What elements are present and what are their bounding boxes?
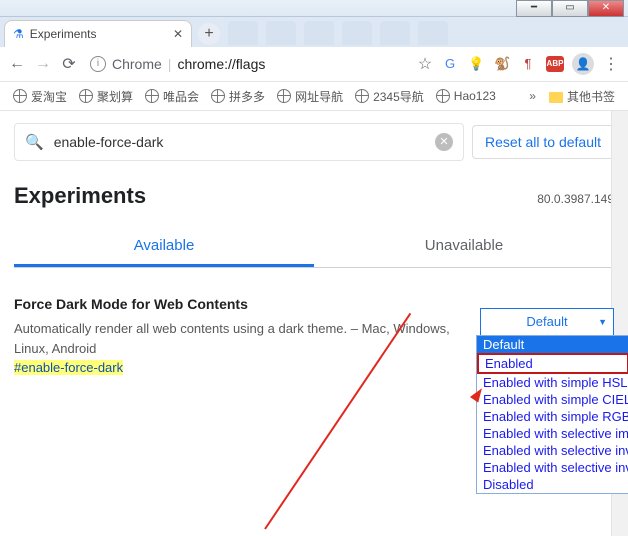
clear-search-icon[interactable]: ✕ — [435, 133, 453, 151]
globe-icon — [211, 89, 225, 103]
extension-monkey-icon[interactable]: 🐒 — [494, 56, 510, 72]
extension-pilcrow-icon[interactable]: ¶ — [520, 56, 536, 72]
other-bookmarks[interactable]: 其他书签 — [544, 88, 620, 105]
bookmarks-overflow[interactable]: » — [529, 89, 536, 103]
bookmark-item[interactable]: 拼多多 — [206, 88, 270, 105]
reset-all-button[interactable]: Reset all to default — [472, 125, 614, 159]
address-bar[interactable]: i Chrome | chrome://flags — [86, 56, 408, 72]
dropdown-option[interactable]: Enabled with selective inversion o — [477, 459, 628, 476]
window-minimize[interactable]: ━ — [516, 0, 552, 17]
bookmark-item[interactable]: 2345导航 — [350, 88, 429, 105]
browser-tab-active[interactable]: ⚗ Experiments ✕ — [4, 20, 192, 47]
version-text: 80.0.3987.149 — [537, 192, 614, 206]
globe-icon — [79, 89, 93, 103]
menu-icon[interactable]: ⋮ — [602, 54, 620, 74]
dropdown-option-highlighted[interactable]: Enabled — [477, 353, 628, 374]
dropdown-option[interactable]: Default — [477, 336, 628, 353]
flag-select[interactable]: Default — [480, 308, 614, 336]
tab-title: Experiments — [30, 27, 97, 41]
extension-bulb-icon[interactable]: 💡 — [468, 56, 484, 72]
bookmark-item[interactable]: 聚划算 — [74, 88, 138, 105]
background-tabs — [228, 21, 448, 45]
dropdown-option[interactable]: Enabled with simple HSL-based i — [477, 374, 628, 391]
close-tab-icon[interactable]: ✕ — [173, 27, 183, 41]
tab-unavailable[interactable]: Unavailable — [314, 227, 614, 267]
flags-search-box[interactable]: 🔍 ✕ — [14, 123, 464, 161]
bookmark-item[interactable]: 唯品会 — [140, 88, 204, 105]
reload-button[interactable]: ⟳ — [60, 54, 78, 74]
globe-icon — [355, 89, 369, 103]
dropdown-option[interactable]: Disabled — [477, 476, 628, 493]
flask-icon: ⚗ — [13, 27, 24, 41]
window-maximize[interactable]: ▭ — [552, 0, 588, 17]
url-text: chrome://flags — [177, 56, 265, 72]
flag-title: Force Dark Mode for Web Contents — [14, 294, 468, 315]
forward-button[interactable]: → — [34, 55, 52, 73]
tab-strip: ⚗ Experiments ✕ + — [0, 17, 628, 47]
globe-icon — [145, 89, 159, 103]
dropdown-option[interactable]: Enabled with simple CIELAB-bas — [477, 391, 628, 408]
bookmarks-bar: 爱淘宝 聚划算 唯品会 拼多多 网址导航 2345导航 Hao123 » 其他书… — [0, 82, 628, 111]
globe-icon — [436, 89, 450, 103]
url-scheme: Chrome — [112, 56, 162, 72]
window-close[interactable]: ✕ — [588, 0, 624, 17]
search-icon: 🔍 — [25, 133, 44, 151]
bookmark-item[interactable]: 网址导航 — [272, 88, 348, 105]
bookmark-star-icon[interactable]: ☆ — [416, 54, 434, 74]
globe-icon — [277, 89, 291, 103]
tab-available[interactable]: Available — [14, 227, 314, 267]
page-title: Experiments — [14, 183, 146, 209]
extension-google-icon[interactable]: G — [442, 56, 458, 72]
bookmark-item[interactable]: Hao123 — [431, 89, 501, 103]
globe-icon — [13, 89, 27, 103]
extension-abp-icon[interactable]: ABP — [546, 56, 564, 72]
dropdown-option[interactable]: Enabled with selective image inv — [477, 425, 628, 442]
profile-avatar[interactable]: 👤 — [572, 53, 594, 75]
flags-search-input[interactable] — [52, 133, 427, 151]
bookmark-item[interactable]: 爱淘宝 — [8, 88, 72, 105]
flag-anchor-link[interactable]: #enable-force-dark — [14, 360, 123, 375]
dropdown-option[interactable]: Enabled with selective inversion o — [477, 442, 628, 459]
back-button[interactable]: ← — [8, 55, 26, 73]
dropdown-option[interactable]: Enabled with simple RGB-based — [477, 408, 628, 425]
flag-dropdown: Default Enabled Enabled with simple HSL-… — [476, 335, 628, 494]
folder-icon — [549, 92, 563, 103]
site-info-icon[interactable]: i — [90, 56, 106, 72]
window-titlebar: ━ ▭ ✕ — [0, 0, 628, 17]
new-tab-button[interactable]: + — [198, 23, 220, 45]
